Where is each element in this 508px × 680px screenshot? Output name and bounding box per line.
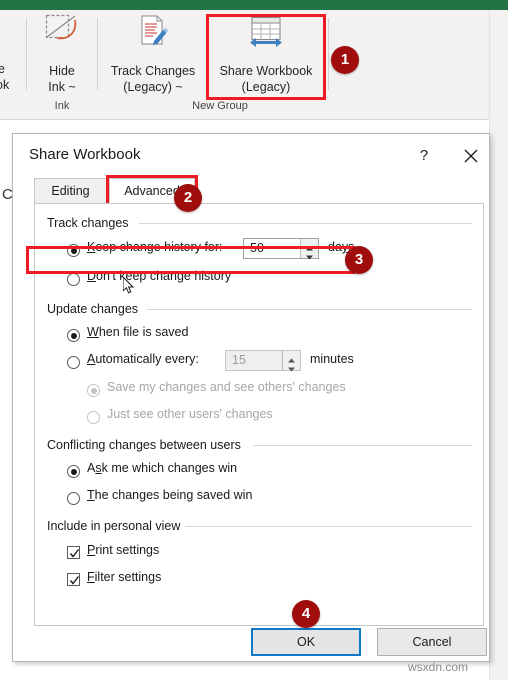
label-filter-settings: Filter settings [87, 570, 161, 584]
label-saved-win-rest: he changes being saved win [94, 488, 253, 502]
label-minutes-unit: minutes [310, 352, 354, 366]
ok-button[interactable]: OK [251, 628, 361, 656]
ribbon-group-separator [26, 18, 27, 90]
spinner-up-icon[interactable] [283, 352, 300, 363]
label-changes-being-saved-win: The changes being saved win [87, 488, 252, 502]
label-automatically-every: Automatically every: [87, 352, 199, 366]
spinner-down-icon[interactable] [283, 361, 300, 372]
checkbox-print-settings[interactable] [67, 546, 80, 559]
track-changes-icon [141, 15, 169, 46]
label-print-settings: Print settings [87, 543, 159, 557]
ribbon-cut-label-line1: e [0, 62, 5, 76]
minutes-spinner-value: 15 [232, 353, 246, 367]
ribbon-group-separator [328, 18, 329, 90]
check-icon [69, 549, 80, 558]
radio-when-file-is-saved[interactable] [67, 329, 80, 342]
share-workbook-dialog: Share Workbook ? Editing Advanced Track … [12, 133, 490, 662]
callout-badge-4: 4 [292, 600, 320, 628]
radio-dont-keep-change-history[interactable] [67, 273, 80, 286]
section-rule [185, 526, 472, 527]
label-filter-accel: F [87, 570, 95, 584]
label-ask-post: k me which changes win [101, 461, 238, 475]
share-workbook-highlight-box [206, 14, 326, 100]
minutes-spinner-buttons[interactable] [282, 351, 300, 372]
label-filter-rest: ilter settings [94, 570, 162, 584]
section-rule [147, 309, 472, 310]
track-changes-label-line2: (Legacy) ~ [123, 80, 183, 94]
keep-change-history-highlight-box [26, 246, 355, 274]
section-rule [253, 445, 472, 446]
callout-badge-2: 2 [174, 184, 202, 212]
hide-ink-label-line1: Hide [49, 64, 75, 78]
radio-ask-me-which-changes-win[interactable] [67, 465, 80, 478]
section-legend-update-changes: Update changes [47, 302, 139, 316]
radio-automatically-every[interactable] [67, 356, 80, 369]
cancel-button[interactable]: Cancel [377, 628, 487, 656]
section-rule [139, 223, 472, 224]
help-icon[interactable]: ? [413, 145, 435, 167]
section-legend-conflicting-changes: Conflicting changes between users [47, 438, 241, 452]
label-ask-me-which-changes-win: Ask me which changes win [87, 461, 237, 475]
section-legend-track-changes: Track changes [47, 216, 129, 230]
close-icon[interactable] [460, 145, 482, 167]
ribbon-group-separator [97, 18, 98, 90]
callout-badge-3: 3 [345, 246, 373, 274]
mouse-cursor [123, 277, 135, 294]
dialog-title: Share Workbook [29, 146, 141, 163]
check-icon [69, 576, 80, 585]
label-save-my-changes: Save my changes and see others' changes [107, 380, 346, 394]
excel-title-bar [0, 0, 508, 10]
watermark: wsxdn.com [408, 660, 469, 674]
hide-ink-label-line2: Ink ~ [48, 80, 76, 94]
ribbon-group-label-new-group: New Group [192, 100, 248, 112]
label-when-saved-accel: W [87, 325, 99, 339]
label-saved-win-accel: T [87, 488, 95, 502]
section-legend-personal-view: Include in personal view [47, 519, 181, 533]
checkbox-filter-settings[interactable] [67, 573, 80, 586]
radio-changes-being-saved-win[interactable] [67, 492, 80, 505]
label-when-saved-rest: hen file is saved [98, 325, 189, 339]
radio-save-my-changes[interactable] [87, 384, 100, 397]
label-when-file-is-saved: When file is saved [87, 325, 188, 339]
tab-editing[interactable]: Editing [34, 178, 107, 203]
label-automatically-rest: utomatically every: [95, 352, 199, 366]
minutes-spinner[interactable]: 15 [225, 350, 301, 372]
radio-just-see-others[interactable] [87, 411, 100, 424]
label-print-rest: rint settings [95, 543, 160, 557]
label-just-see-others: Just see other users' changes [107, 407, 273, 421]
ribbon-group-label-ink: Ink [54, 100, 70, 112]
excel-right-edge [489, 10, 508, 680]
track-changes-label-line1: Track Changes [110, 64, 196, 78]
callout-badge-1: 1 [331, 46, 359, 74]
hide-ink-icon [45, 14, 77, 40]
dialog-tabs: Editing Advanced [13, 178, 489, 204]
ribbon-cut-label-line2: ok [0, 78, 10, 92]
